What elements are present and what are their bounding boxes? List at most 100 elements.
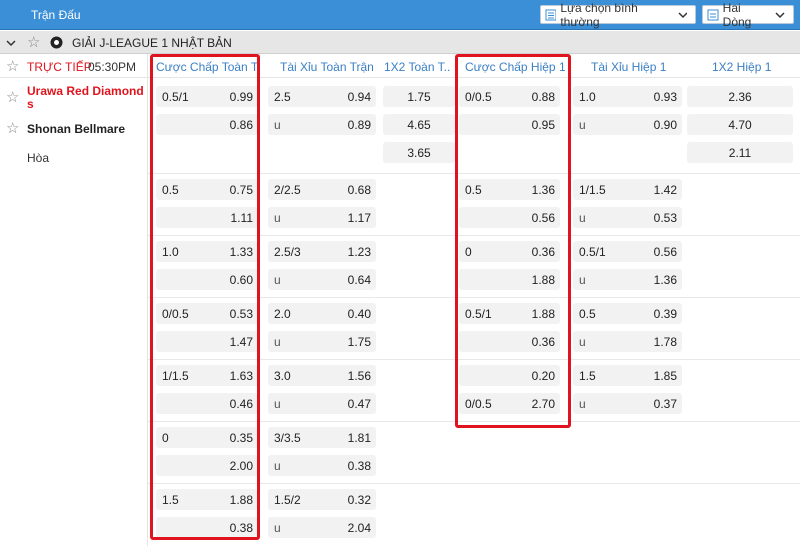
odds-cell[interactable]: u 1.78 bbox=[573, 331, 682, 352]
highlight-ft-handicap bbox=[150, 54, 260, 540]
line-value: 0.5/1 bbox=[579, 245, 606, 259]
odds-cell[interactable]: u 0.37 bbox=[573, 393, 682, 414]
odds-cell[interactable]: 4.70 bbox=[687, 114, 793, 135]
line-value: 1.5 bbox=[579, 369, 596, 383]
view-option-dropdown[interactable]: Lựa chọn bình thường bbox=[540, 1, 696, 29]
odds-value: 0.93 bbox=[653, 90, 677, 104]
line-value: 2.5/3 bbox=[274, 245, 301, 259]
line-value: u bbox=[274, 273, 281, 287]
list-icon bbox=[545, 9, 557, 20]
highlight-h1-handicap bbox=[455, 54, 571, 428]
odds-value: 0.53 bbox=[653, 211, 677, 225]
odds-cell[interactable]: 3/3.5 1.81 bbox=[268, 427, 376, 448]
odds-value: 0.32 bbox=[347, 493, 371, 507]
favorite-star-icon[interactable]: ☆ bbox=[6, 59, 19, 74]
odds-value: 1.85 bbox=[653, 369, 677, 383]
live-status: TRỰC TIẾP bbox=[27, 60, 92, 74]
odds-cell[interactable]: u 0.47 bbox=[268, 393, 376, 414]
line-value: u bbox=[274, 335, 281, 349]
odds-cell[interactable]: 3.0 1.56 bbox=[268, 365, 376, 386]
odds-cell[interactable]: 0.5/1 0.56 bbox=[573, 241, 682, 262]
odds-value: 4.65 bbox=[407, 118, 431, 132]
odds-value: 1.23 bbox=[347, 245, 371, 259]
odds-value: 1.42 bbox=[653, 183, 677, 197]
line-value: u bbox=[274, 118, 281, 132]
line-value: 1.5/2 bbox=[274, 493, 301, 507]
match-time: 05:30PM bbox=[88, 60, 137, 74]
odds-cell[interactable]: 1.0 0.93 bbox=[573, 86, 682, 107]
line-value: 1/1.5 bbox=[579, 183, 606, 197]
odds-cell[interactable]: u 0.64 bbox=[268, 269, 376, 290]
favorite-star-icon[interactable]: ☆ bbox=[6, 121, 19, 136]
line-value: u bbox=[274, 211, 281, 225]
odds-cell[interactable]: 4.65 bbox=[383, 114, 455, 135]
favorite-star-icon[interactable]: ☆ bbox=[6, 90, 19, 105]
odds-cell[interactable]: 0.5 0.39 bbox=[573, 303, 682, 324]
divider bbox=[147, 54, 148, 546]
odds-value: 1.75 bbox=[347, 335, 371, 349]
odds-cell[interactable]: u 1.36 bbox=[573, 269, 682, 290]
odds-value: 0.56 bbox=[653, 245, 677, 259]
away-team[interactable]: Shonan Bellmare bbox=[27, 122, 125, 136]
line-value: 2.0 bbox=[274, 307, 291, 321]
col-ft-overunder[interactable]: Tài Xỉu Toàn Trận bbox=[280, 60, 380, 74]
line-value: u bbox=[579, 397, 586, 411]
odds-value: 0.68 bbox=[347, 183, 371, 197]
odds-cell[interactable]: u 0.53 bbox=[573, 207, 682, 228]
page-title: Trận Đấu bbox=[31, 8, 81, 22]
odds-value: 0.90 bbox=[653, 118, 677, 132]
odds-cell[interactable]: 2.5/3 1.23 bbox=[268, 241, 376, 262]
line-value: 3/3.5 bbox=[274, 431, 301, 445]
odds-value: 0.38 bbox=[347, 459, 371, 473]
odds-cell[interactable]: u 1.17 bbox=[268, 207, 376, 228]
line-value: 2.5 bbox=[274, 90, 291, 104]
top-bar: Trận Đấu Lựa chọn bình thường Hai Dòng bbox=[0, 0, 800, 30]
odds-value: 1.56 bbox=[347, 369, 371, 383]
odds-cell[interactable]: 2/2.5 0.68 bbox=[268, 179, 376, 200]
odds-cell[interactable]: 2.36 bbox=[687, 86, 793, 107]
col-h1-1x2[interactable]: 1X2 Hiệp 1 bbox=[712, 60, 792, 74]
draw-label: Hòa bbox=[27, 151, 50, 165]
collapse-chevron-icon[interactable] bbox=[6, 39, 16, 47]
odds-cell[interactable]: 1.5/2 0.32 bbox=[268, 489, 376, 510]
odds-value: 4.70 bbox=[728, 118, 752, 132]
line-value: u bbox=[274, 521, 281, 535]
view-option-label: Lựa chọn bình thường bbox=[560, 0, 638, 29]
odds-cell[interactable]: 1.75 bbox=[383, 86, 455, 107]
line-value: 3.0 bbox=[274, 369, 291, 383]
odds-value: 0.39 bbox=[653, 307, 677, 321]
favorite-star-icon[interactable]: ☆ bbox=[27, 35, 40, 50]
line-value: u bbox=[579, 211, 586, 225]
rows-icon bbox=[707, 9, 719, 20]
odds-value: 1.75 bbox=[407, 90, 431, 104]
odds-cell[interactable]: u 0.89 bbox=[268, 114, 376, 135]
odds-cell[interactable]: u 0.38 bbox=[268, 455, 376, 476]
line-value: u bbox=[579, 273, 586, 287]
league-logo-icon bbox=[50, 36, 63, 49]
odds-cell[interactable]: u 2.04 bbox=[268, 517, 376, 538]
line-value: u bbox=[579, 118, 586, 132]
odds-cell[interactable]: u 1.75 bbox=[268, 331, 376, 352]
odds-cell[interactable]: 2.5 0.94 bbox=[268, 86, 376, 107]
odds-value: 0.64 bbox=[347, 273, 371, 287]
odds-value: 3.65 bbox=[407, 146, 431, 160]
odds-cell[interactable]: 1/1.5 1.42 bbox=[573, 179, 682, 200]
league-header[interactable]: ☆ GIẢI J-LEAGUE 1 NHẬT BẢN bbox=[0, 31, 800, 54]
col-ft-1x2[interactable]: 1X2 Toàn T.. bbox=[384, 60, 454, 74]
home-team[interactable]: Urawa Red Diamonds bbox=[27, 85, 145, 111]
odds-cell[interactable]: 2.0 0.40 bbox=[268, 303, 376, 324]
league-name: GIẢI J-LEAGUE 1 NHẬT BẢN bbox=[72, 36, 232, 50]
odds-cell[interactable]: 1.5 1.85 bbox=[573, 365, 682, 386]
odds-cell[interactable]: 3.65 bbox=[383, 142, 455, 163]
lines-option-dropdown[interactable]: Hai Dòng bbox=[702, 1, 794, 29]
odds-value: 0.40 bbox=[347, 307, 371, 321]
odds-value: 1.81 bbox=[347, 431, 371, 445]
odds-cell[interactable]: 2.11 bbox=[687, 142, 793, 163]
odds-cell[interactable]: u 0.90 bbox=[573, 114, 682, 135]
chevron-down-icon bbox=[678, 11, 688, 18]
odds-value: 0.94 bbox=[347, 90, 371, 104]
line-value: 0.5 bbox=[579, 307, 596, 321]
col-h1-overunder[interactable]: Tài Xỉu Hiệp 1 bbox=[591, 60, 681, 74]
line-value: u bbox=[274, 459, 281, 473]
column-header-row: ☆ TRỰC TIẾP 05:30PM Cược Chấp Toàn T.. T… bbox=[0, 54, 800, 78]
